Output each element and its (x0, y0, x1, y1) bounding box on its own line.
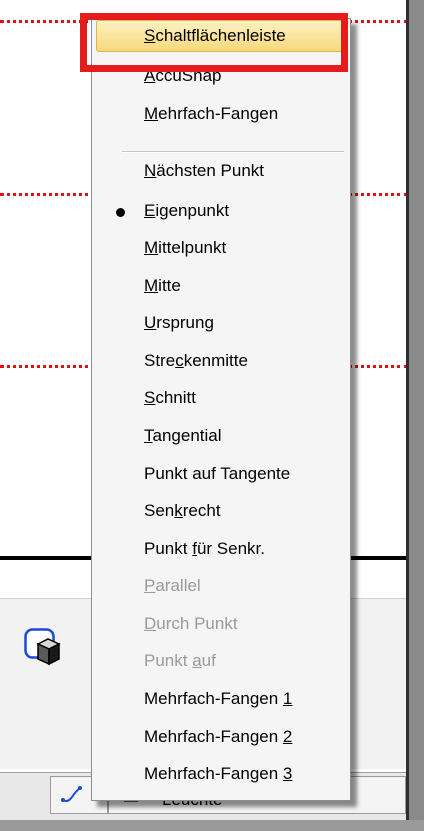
menu-item[interactable]: Mittelpunkt (92, 231, 350, 267)
menu-separator (122, 151, 344, 153)
menu-item-label: Durch Punkt (144, 614, 238, 633)
menu-item: Durch Punkt (92, 607, 350, 643)
highlight-frame (80, 13, 348, 72)
menu-item[interactable]: Schnitt (92, 381, 350, 417)
menu-item[interactable]: Tangential (92, 419, 350, 455)
menu-item-label: Mehrfach-Fangen 2 (144, 727, 293, 746)
menu-item-label: Punkt auf (144, 651, 216, 670)
menu-item-label: Mehrfach-Fangen 1 (144, 689, 293, 708)
menu-item-label: Mittelpunkt (144, 238, 227, 257)
menu-item[interactable]: Senkrecht (92, 494, 350, 530)
menu-item[interactable]: Ursprung (92, 306, 350, 342)
menu-item: Parallel (92, 569, 350, 605)
menu-item-label: Streckenmitte (144, 351, 248, 370)
menu-item: Punkt auf (92, 644, 350, 680)
menu-item-label: Eigenpunkt (144, 201, 230, 220)
menu-item-label: Ursprung (144, 313, 214, 332)
snap-path-icon[interactable] (60, 784, 84, 809)
menu-item-label: Punkt auf Tangente (144, 464, 291, 483)
window-bottom-edge (0, 820, 424, 831)
menu-item[interactable]: Mehrfach-Fangen (92, 97, 350, 133)
window-edge-line (406, 0, 409, 831)
bullet-icon (116, 208, 125, 217)
menu-item-label: Mehrfach-Fangen 3 (144, 764, 293, 783)
menu-item[interactable]: Mehrfach-Fangen 1 (92, 682, 350, 718)
menu-item[interactable]: Mehrfach-Fangen 3 (92, 757, 350, 793)
menu-item-label: Schnitt (144, 388, 196, 407)
menu-item-label: Mitte (144, 276, 181, 295)
cube-in-box-icon[interactable] (24, 628, 62, 668)
menu-item[interactable]: Nächsten Punkt (92, 154, 350, 190)
menu-item[interactable]: Mehrfach-Fangen 2 (92, 720, 350, 756)
menu-item-label: Nächsten Punkt (144, 161, 265, 180)
menu-item-label: Senkrecht (144, 501, 221, 520)
menu-item[interactable]: Eigenpunkt (92, 194, 350, 230)
menu-item-label: Mehrfach-Fangen (144, 104, 279, 123)
menu-item-label: Tangential (144, 426, 222, 445)
context-menu: Schaltflächenleiste AccuSnap Mehrfach-Fang… (91, 18, 351, 801)
menu-item[interactable]: Punkt auf Tangente (92, 457, 350, 493)
menu-item[interactable]: Mitte (92, 269, 350, 305)
menu-item[interactable]: Streckenmitte (92, 344, 350, 380)
menu-item-label: Punkt für Senkr. (144, 539, 265, 558)
menu-item-label: Parallel (144, 576, 201, 595)
menu-item[interactable]: Punkt für Senkr. (92, 532, 350, 568)
